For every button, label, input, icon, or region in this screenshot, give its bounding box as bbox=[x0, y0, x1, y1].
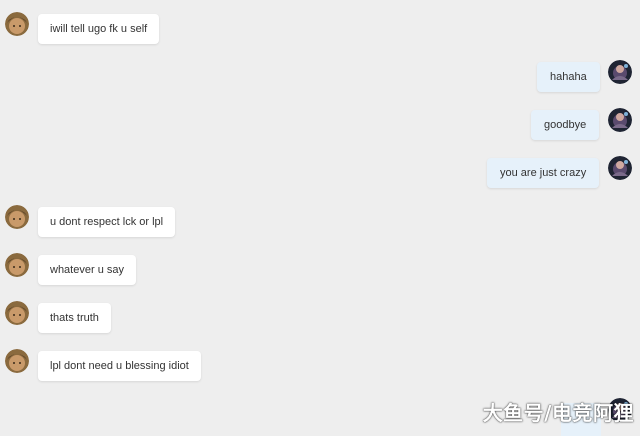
self-avatar-icon[interactable] bbox=[608, 156, 632, 180]
message-bubble: iwill tell ugo fk u self bbox=[38, 14, 160, 44]
message-bubble: goodbye bbox=[531, 110, 600, 140]
message-bubble: lpl dont need u blessing idiot bbox=[38, 351, 201, 381]
message-bubble: whatever u say bbox=[38, 255, 136, 285]
self-avatar-icon[interactable] bbox=[608, 108, 632, 132]
message-bubble: u dont respect lck or lpl bbox=[38, 207, 176, 237]
self-avatar-icon[interactable] bbox=[608, 60, 632, 84]
watermark: 大鱼号/电竞阿狸 bbox=[482, 401, 634, 425]
message-bubble: thats truth bbox=[38, 303, 111, 333]
user-avatar-icon[interactable] bbox=[5, 205, 29, 229]
message-bubble: you are just crazy bbox=[487, 158, 600, 188]
user-avatar-icon[interactable] bbox=[5, 349, 29, 373]
user-avatar-icon[interactable] bbox=[5, 12, 29, 36]
user-avatar-icon[interactable] bbox=[5, 253, 29, 277]
chat-transcript: iwill tell ugo fk u self hahaha goodbye … bbox=[0, 0, 640, 436]
message-bubble: hahaha bbox=[537, 62, 600, 92]
user-avatar-icon[interactable] bbox=[5, 301, 29, 325]
